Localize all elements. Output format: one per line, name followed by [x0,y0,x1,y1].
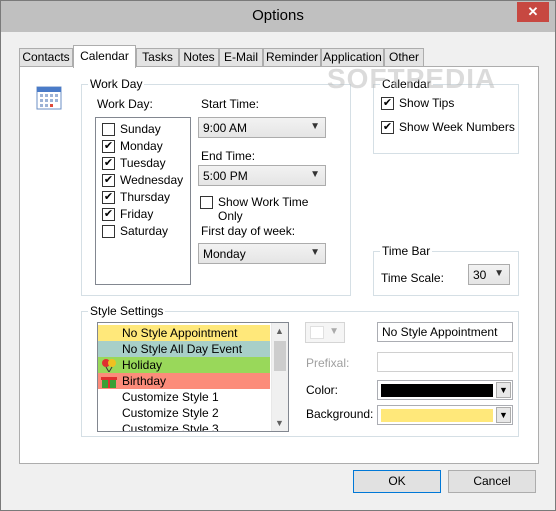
day-sunday-checkbox[interactable] [102,123,115,136]
day-monday-checkbox[interactable]: ✔ [102,140,115,153]
title-bar: Options ✕ [1,1,555,32]
work-day-list: Sunday ✔ Monday ✔ Tuesday ✔ Wednesday ✔ Thur… [95,117,191,285]
show-week-numbers-checkbox[interactable]: ✔ Show Week Numbers [381,120,516,136]
day-friday[interactable]: ✔ Friday [102,206,202,223]
tab-email[interactable]: E-Mail [219,48,263,67]
day-tuesday[interactable]: ✔ Tuesday [102,155,202,172]
chevron-down-icon: ▼ [329,326,339,337]
day-wednesday[interactable]: ✔ Wednesday [102,172,202,189]
day-sunday[interactable]: Sunday [102,121,202,138]
background-picker[interactable]: ▼ [377,405,513,425]
day-saturday-checkbox[interactable] [102,225,115,238]
style-settings-group-title: Style Settings [88,304,166,318]
chevron-down-icon: ▼ [310,169,320,180]
style-list-scrollbar[interactable]: ▲ ▼ [271,323,288,431]
calendar-icon [36,86,62,110]
day-friday-checkbox[interactable]: ✔ [102,208,115,221]
first-day-label: First day of week: [201,224,296,238]
day-saturday[interactable]: Saturday [102,223,202,240]
style-item-customize-3[interactable]: Customize Style 3 [98,421,270,431]
scroll-up-icon[interactable]: ▲ [275,326,284,336]
show-work-time-only-box[interactable] [200,196,213,209]
close-button[interactable]: ✕ [517,2,549,22]
tab-contacts[interactable]: Contacts [19,48,73,67]
style-item-customize-1[interactable]: Customize Style 1 [98,389,270,405]
work-day-group: Work Day Work Day: Sunday ✔ Monday ✔ Tuesd… [81,77,351,296]
day-monday[interactable]: ✔ Monday [102,138,202,155]
time-scale-label: Time Scale: [381,271,444,285]
show-tips-checkbox[interactable]: ✔ Show Tips [381,96,511,112]
prefixal-label: Prefixal: [306,356,350,370]
tab-calendar[interactable]: Calendar [73,45,136,68]
day-thursday-checkbox[interactable]: ✔ [102,191,115,204]
tab-notes[interactable]: Notes [179,48,219,67]
first-day-dropdown[interactable]: Monday ▼ [198,243,326,264]
tab-reminder[interactable]: Reminder [263,48,321,67]
work-day-group-title: Work Day [88,77,145,91]
background-swatch [381,409,493,422]
scroll-down-icon[interactable]: ▼ [275,418,284,428]
chevron-down-icon[interactable]: ▼ [496,407,511,423]
options-window: Options ✕ Contacts Calendar Tasks Notes … [0,0,556,511]
style-item-no-style-appointment[interactable]: No Style Appointment [98,325,270,341]
balloon-icon [102,359,116,372]
tab-tasks[interactable]: Tasks [136,48,179,67]
start-time-label: Start Time: [201,97,260,111]
chevron-down-icon: ▼ [310,121,320,132]
style-icon-preview [310,326,324,339]
prefixal-input[interactable] [377,352,513,372]
color-label: Color: [306,383,339,397]
window-title: Options [252,7,304,24]
time-bar-group-title: Time Bar [380,244,433,258]
watermark: SOFTPEDIA [327,63,497,94]
show-week-numbers-box[interactable]: ✔ [381,121,394,134]
style-item-holiday[interactable]: Holiday [98,357,270,373]
color-picker[interactable]: ▼ [377,380,513,400]
day-tuesday-checkbox[interactable]: ✔ [102,157,115,170]
style-item-birthday[interactable]: Birthday [98,373,270,389]
end-time-label: End Time: [201,149,256,163]
work-day-label: Work Day: [97,97,153,111]
start-time-dropdown[interactable]: 9:00 AM ▼ [198,117,326,138]
chevron-down-icon: ▼ [494,268,504,279]
style-name-input[interactable]: No Style Appointment [377,322,513,342]
ok-button[interactable]: OK [353,470,441,493]
chevron-down-icon[interactable]: ▼ [496,382,511,398]
end-time-dropdown[interactable]: 5:00 PM ▼ [198,165,326,186]
cancel-button[interactable]: Cancel [448,470,536,493]
chevron-down-icon: ▼ [310,247,320,258]
style-item-no-style-all-day-event[interactable]: No Style All Day Event [98,341,270,357]
style-icon-dropdown[interactable]: ▼ [305,322,345,343]
time-bar-group: Time Bar Time Scale: 30 ▼ [373,244,519,296]
client-area: Contacts Calendar Tasks Notes E-Mail Rem… [9,32,547,465]
day-wednesday-checkbox[interactable]: ✔ [102,174,115,187]
style-list[interactable]: No Style Appointment No Style All Day Ev… [97,322,289,432]
show-tips-box[interactable]: ✔ [381,97,394,110]
calendar-tab-panel: Work Day Work Day: Sunday ✔ Monday ✔ Tuesd… [19,66,539,464]
show-work-time-only-checkbox[interactable]: Show Work Time Only [200,195,330,223]
day-thursday[interactable]: ✔ Thursday [102,189,202,206]
style-settings-group: Style Settings No Style Appointment No S… [81,304,519,437]
style-item-customize-2[interactable]: Customize Style 2 [98,405,270,421]
background-label: Background: [306,407,374,421]
color-swatch [381,384,493,397]
scroll-thumb[interactable] [274,341,286,371]
time-scale-dropdown[interactable]: 30 ▼ [468,264,510,285]
gift-icon [101,377,117,388]
